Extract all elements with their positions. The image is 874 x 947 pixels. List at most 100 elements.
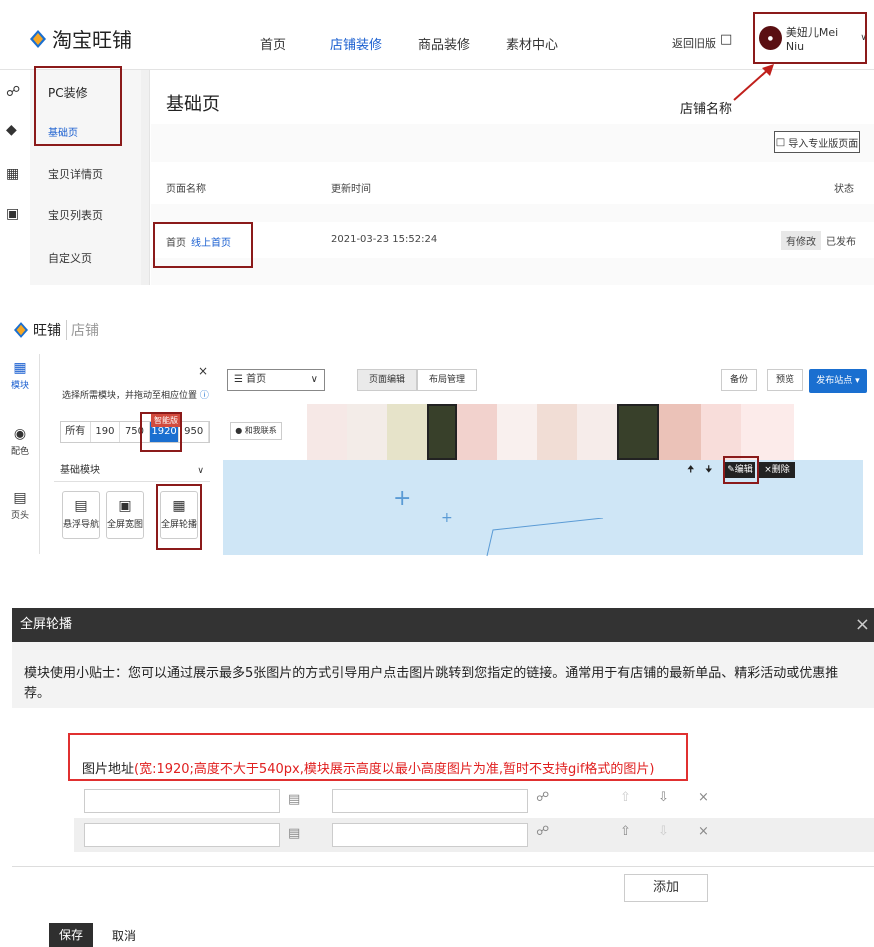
move-down-icon[interactable]: ⇩ — [658, 790, 669, 805]
table-header: 页面名称 更新时间 状态 — [151, 162, 874, 204]
feedback-icon[interactable]: □ — [720, 32, 732, 47]
highlight-image-spec — [68, 733, 688, 781]
delete-row-icon[interactable]: × — [698, 790, 709, 805]
layers-icon[interactable]: ◆ — [6, 122, 17, 138]
close-icon[interactable]: × — [855, 608, 870, 642]
annotation-shop-name: 店铺名称 — [680, 102, 733, 117]
contact-button[interactable]: ● 和我联系 — [230, 422, 282, 440]
add-button[interactable]: 添加 — [624, 874, 708, 902]
back-old-version-link[interactable]: 返回旧版 — [672, 35, 716, 51]
left-icon-rail: ☍ ◆ ▦ ▣ — [0, 70, 28, 285]
module-hint: 选择所需模块，并拖动至相应位置 ⓘ — [62, 391, 209, 401]
header-icon: ▤ — [13, 490, 27, 506]
highlight-pc-menu — [34, 66, 122, 146]
page-list-area — [151, 124, 874, 285]
backup-button[interactable]: 备份 — [721, 369, 757, 391]
palette-icon: ◉ — [13, 426, 27, 442]
nav-shop-decoration[interactable]: 店铺装修 — [330, 34, 382, 53]
image-row: ▤ ☍ ⇧ ⇩ × — [74, 818, 874, 852]
color-strip — [211, 404, 874, 460]
move-down-icon[interactable]: ⇩ — [658, 824, 669, 839]
image-icon: ▣ — [118, 498, 132, 514]
editor-side-rail: ▦ 模块 ◉ 配色 ▤ 页头 — [0, 354, 40, 554]
editor-toolbar: ☰ 首页 ∨ 页面编辑 布局管理 备份 预览 发布站点 ▾ — [211, 354, 874, 404]
link-icon[interactable]: ☍ — [536, 790, 549, 805]
page-title: 基础页 — [166, 94, 220, 115]
monitor-icon[interactable]: ▣ — [6, 206, 19, 222]
close-icon[interactable]: × — [198, 364, 208, 378]
delete-button[interactable]: ×删除 — [759, 462, 795, 478]
row-time: 2021-03-23 15:52:24 — [331, 234, 438, 245]
editor-canvas: ● 和我联系 + + 🠉 🠋 ✎编辑 ×删除 — [211, 404, 874, 557]
col-status: 状态 — [834, 184, 854, 195]
move-down-icon[interactable]: 🠋 — [705, 462, 712, 478]
highlight-user — [753, 12, 867, 64]
modules-icon[interactable]: ▦ — [6, 166, 19, 182]
publish-button[interactable]: 发布站点 ▾ — [809, 369, 867, 393]
menu-item-detail[interactable]: 宝贝详情页 — [30, 166, 150, 182]
wangpu-store-logo: 旺铺 店铺 — [14, 320, 99, 340]
preview-button[interactable]: 预览 — [767, 369, 803, 391]
tab-layout[interactable]: 布局管理 — [417, 369, 477, 391]
highlight-edit — [723, 456, 759, 484]
import-pro-page-button[interactable]: □ 导入专业版页面 — [774, 131, 860, 153]
cancel-button[interactable]: 取消 — [112, 927, 136, 944]
link-url-input[interactable] — [332, 789, 528, 813]
move-up-icon[interactable]: ⇧ — [620, 790, 631, 805]
highlight-homepage — [153, 222, 253, 268]
annotation-arrow — [733, 64, 774, 101]
basic-modules-header[interactable]: 基础模块 ∨ — [54, 460, 210, 482]
module-fullwidth-image[interactable]: ▣ 全屏宽图 — [106, 491, 144, 539]
logo-text: 淘宝旺铺 — [52, 28, 132, 52]
tab-page-edit[interactable]: 页面编辑 — [357, 369, 417, 391]
plus-icon: + — [441, 510, 453, 526]
modified-badge: 有修改 — [781, 231, 821, 250]
shape-decoration — [486, 518, 604, 557]
help-icon[interactable]: ⓘ — [200, 391, 209, 401]
image-row: ▤ ☍ ⇧ ⇩ × — [74, 784, 874, 818]
menu-item-list[interactable]: 宝贝列表页 — [30, 207, 150, 223]
wangpu-editor-panel: 旺铺 店铺 ▦ 模块 ◉ 配色 ▤ 页头 × 选择所需模块，并拖动至相应位置 ⓘ 所有… — [0, 300, 874, 557]
menu-item-custom[interactable]: 自定义页 — [30, 250, 150, 266]
highlight-carousel — [156, 484, 202, 550]
link-icon[interactable]: ☍ — [536, 824, 549, 839]
filter-all[interactable]: 所有 — [61, 422, 91, 442]
carousel-dialog: 全屏轮播 × 模块使用小贴士：您可以通过展示最多5张图片的方式引导用户点击图片跳… — [12, 608, 874, 947]
link-url-input[interactable] — [332, 823, 528, 847]
image-picker-icon[interactable]: ▤ — [288, 826, 300, 841]
float-nav-icon: ▤ — [74, 498, 88, 514]
nav-material-center[interactable]: 素材中心 — [506, 34, 558, 53]
filter-190[interactable]: 190 — [91, 422, 121, 442]
chevron-down-icon: ∨ — [310, 374, 318, 385]
highlight-1920 — [140, 412, 182, 452]
image-url-input[interactable] — [84, 789, 280, 813]
width-filter: 所有 190 750 1920 950 — [60, 421, 210, 443]
divider — [12, 866, 874, 867]
nav-home[interactable]: 首页 — [260, 34, 286, 53]
wangpu-logo-icon — [14, 322, 28, 338]
rail-color[interactable]: ◉ 配色 — [0, 426, 40, 457]
menu-scrollbar[interactable] — [141, 70, 149, 285]
grid-icon: ▦ — [13, 360, 27, 376]
move-up-icon[interactable]: 🠉 — [687, 462, 694, 478]
taobao-wangpu-logo[interactable]: 淘宝旺铺 — [30, 24, 132, 53]
page-select[interactable]: ☰ 首页 ∨ — [227, 369, 325, 391]
image-url-input[interactable] — [84, 823, 280, 847]
menu-icon: ☰ — [234, 374, 243, 385]
image-picker-icon[interactable]: ▤ — [288, 792, 300, 807]
filter-950[interactable]: 950 — [179, 422, 209, 442]
move-up-icon[interactable]: ⇧ — [620, 824, 631, 839]
nav-product-decoration[interactable]: 商品装修 — [418, 34, 470, 53]
delete-row-icon[interactable]: × — [698, 824, 709, 839]
usage-tip: 模块使用小贴士：您可以通过展示最多5张图片的方式引导用户点击图片跳转到您指定的链… — [12, 642, 874, 708]
rail-module[interactable]: ▦ 模块 — [0, 360, 40, 391]
plus-icon: + — [393, 486, 412, 511]
save-button[interactable]: 保存 — [49, 923, 93, 947]
chat-icon: ● — [235, 426, 243, 435]
dialog-title: 全屏轮播 — [20, 617, 73, 632]
module-float-nav[interactable]: ▤ 悬浮导航 — [62, 491, 100, 539]
dialog-header: 全屏轮播 × — [12, 608, 874, 642]
decor-icon[interactable]: ☍ — [6, 84, 20, 100]
table-row[interactable]: 首页 线上首页 2021-03-23 15:52:24 有修改 已发布 — [151, 222, 874, 258]
rail-header[interactable]: ▤ 页头 — [0, 490, 40, 521]
